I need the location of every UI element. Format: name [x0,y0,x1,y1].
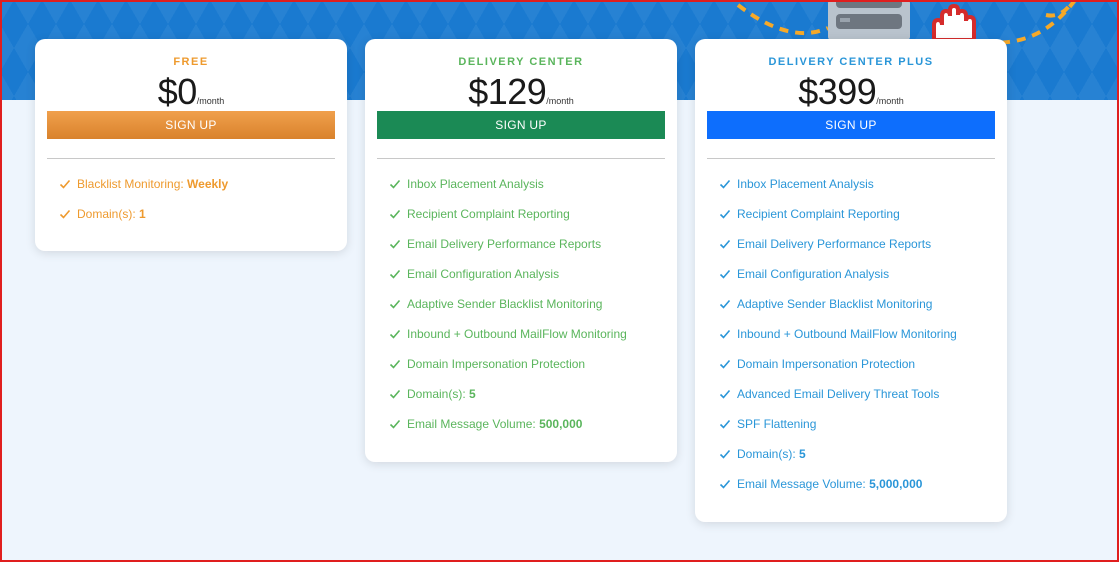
feature-label: Domain(s): [77,207,140,221]
feature-item: Email Message Volume: 500,000 [389,417,665,447]
feature-label: Advanced Email Delivery Threat Tools [737,387,940,401]
check-icon [389,419,401,429]
feature-item: Domain(s): 5 [389,387,665,417]
price-amount: $0 [157,71,198,112]
feature-label: Email Message Volume: [407,417,540,431]
check-icon [719,269,731,279]
feature-item: Inbox Placement Analysis [389,177,665,207]
check-icon [719,389,731,399]
feature-label: SPF Flattening [737,417,817,431]
feature-item: Email Delivery Performance Reports [719,237,995,267]
plan-card-delivery-center: DELIVERY CENTER $129/month SIGN UP Inbox… [365,39,677,462]
feature-label: Inbox Placement Analysis [737,177,874,191]
signup-button-delivery-center-plus[interactable]: SIGN UP [707,111,995,139]
feature-label: Email Delivery Performance Reports [737,237,932,251]
plan-card-free: FREE $0/month SIGN UP Blacklist Monitori… [35,39,347,251]
feature-item: Domain(s): 1 [59,207,335,237]
check-icon [389,329,401,339]
feature-label: Inbound + Outbound MailFlow Monitoring [407,327,627,341]
check-icon [719,179,731,189]
price-amount: $399 [798,71,877,112]
feature-label: Domain(s): [737,447,800,461]
feature-item: Recipient Complaint Reporting [719,207,995,237]
feature-item: Inbound + Outbound MailFlow Monitoring [719,327,995,357]
check-icon [719,299,731,309]
feature-label: Email Configuration Analysis [737,267,890,281]
check-icon [59,209,71,219]
feature-item: Advanced Email Delivery Threat Tools [719,387,995,417]
check-icon [719,449,731,459]
price-row: $0/month [47,73,335,111]
divider [707,158,995,159]
check-icon [389,269,401,279]
feature-label: Blacklist Monitoring: [77,177,188,191]
check-icon [389,389,401,399]
feature-item: Domain(s): 5 [719,447,995,477]
price-period: /month [546,96,574,106]
feature-value: 5 [799,447,806,461]
feature-value: 5 [469,387,476,401]
plan-card-delivery-center-plus: DELIVERY CENTER PLUS $399/month SIGN UP … [695,39,1007,522]
feature-label: Email Configuration Analysis [407,267,560,281]
feature-list: Inbox Placement Analysis Recipient Compl… [707,177,995,507]
feature-item: Email Configuration Analysis [389,267,665,297]
feature-item: Adaptive Sender Blacklist Monitoring [719,297,995,327]
check-icon [389,179,401,189]
feature-label: Email Delivery Performance Reports [407,237,602,251]
feature-item: Adaptive Sender Blacklist Monitoring [389,297,665,327]
feature-value: 1 [139,207,146,221]
check-icon [719,479,731,489]
feature-item: Domain Impersonation Protection [389,357,665,387]
feature-label: Domain Impersonation Protection [407,357,586,371]
feature-item: Inbox Placement Analysis [719,177,995,207]
feature-item: SPF Flattening [719,417,995,447]
check-icon [389,239,401,249]
price-period: /month [196,96,225,106]
feature-value: Weekly [187,177,229,191]
price-row: $129/month [377,73,665,111]
signup-button-free[interactable]: SIGN UP [47,111,335,139]
feature-item: Recipient Complaint Reporting [389,207,665,237]
price-amount: $129 [468,71,547,112]
price-period: /month [876,96,904,106]
check-icon [719,359,731,369]
plan-name: FREE [173,56,209,68]
feature-label: Adaptive Sender Blacklist Monitoring [407,297,603,311]
feature-label: Email Message Volume: [737,477,870,491]
check-icon [719,209,731,219]
feature-item: Blacklist Monitoring: Weekly [59,177,335,207]
plan-name: DELIVERY CENTER PLUS [768,56,934,68]
price-row: $399/month [707,73,995,111]
check-icon [389,359,401,369]
feature-item: Domain Impersonation Protection [719,357,995,387]
feature-item: Inbound + Outbound MailFlow Monitoring [389,327,665,357]
divider [377,158,665,159]
feature-label: Adaptive Sender Blacklist Monitoring [737,297,933,311]
feature-label: Recipient Complaint Reporting [737,207,900,221]
feature-item: Email Delivery Performance Reports [389,237,665,267]
divider [47,158,335,159]
plan-name: DELIVERY CENTER [458,56,584,68]
feature-item: Email Message Volume: 5,000,000 [719,477,995,507]
feature-list: Blacklist Monitoring: Weekly Domain(s): … [47,177,335,237]
feature-item: Email Configuration Analysis [719,267,995,297]
feature-label: Inbox Placement Analysis [407,177,544,191]
check-icon [719,239,731,249]
signup-button-delivery-center[interactable]: SIGN UP [377,111,665,139]
feature-list: Inbox Placement Analysis Recipient Compl… [377,177,665,447]
check-icon [59,179,71,189]
check-icon [719,329,731,339]
check-icon [719,419,731,429]
check-icon [389,209,401,219]
feature-label: Domain(s): [407,387,470,401]
feature-label: Recipient Complaint Reporting [407,207,570,221]
check-icon [389,299,401,309]
feature-label: Inbound + Outbound MailFlow Monitoring [737,327,957,341]
feature-value: 500,000 [539,417,583,431]
feature-value: 5,000,000 [869,477,923,491]
feature-label: Domain Impersonation Protection [737,357,916,371]
